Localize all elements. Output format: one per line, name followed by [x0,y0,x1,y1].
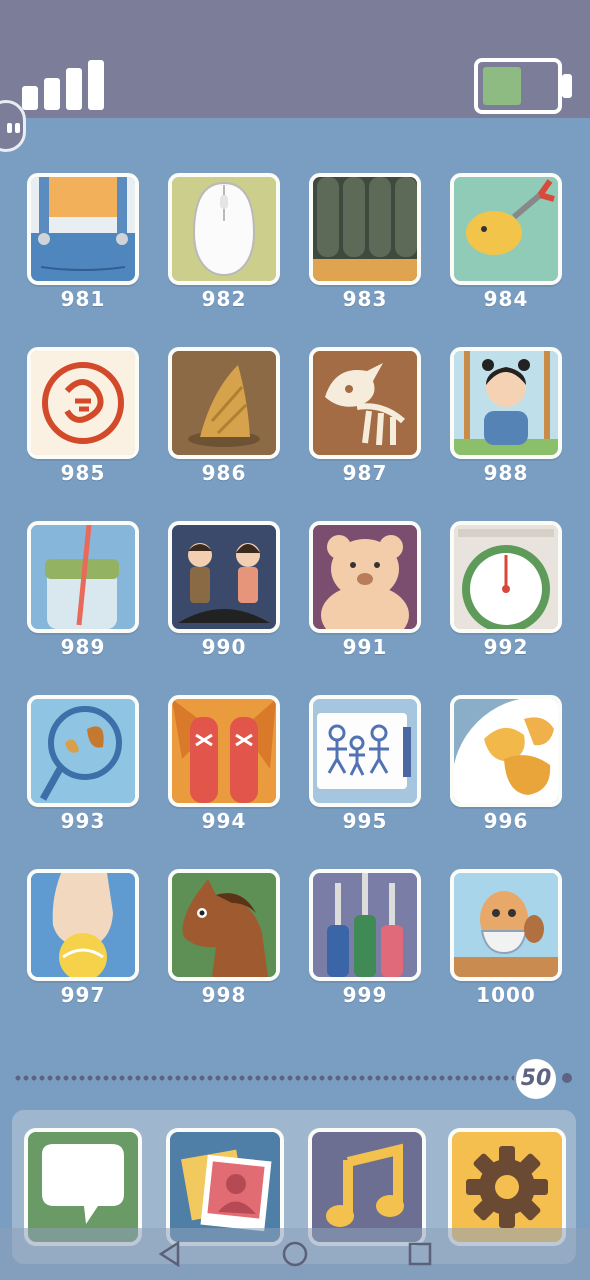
level-tile[interactable] [309,521,421,633]
roof-tiles-icon [313,177,417,281]
level-992[interactable]: 992 [450,521,562,659]
level-number: 991 [342,635,388,659]
cat-with-bowl-icon [454,873,558,977]
level-number: 999 [342,983,388,1007]
kitchen-scale-icon [454,525,558,629]
level-number: 989 [60,635,106,659]
level-987[interactable]: 987 [309,347,421,485]
level-996[interactable]: 996 [450,695,562,833]
racket-leaves-icon [31,699,135,803]
level-number: 993 [60,809,106,833]
pufferfish-grabber-icon [454,177,558,281]
level-number: 984 [483,287,529,311]
level-number: 982 [201,287,247,311]
jar-with-straw-icon [31,525,135,629]
sneakers-in-leaves-icon [172,699,276,803]
level-number: 1000 [476,983,536,1007]
computer-mouse-icon [172,177,276,281]
hand-with-lemon-icon [31,873,135,977]
level-997[interactable]: 997 [27,869,139,1007]
page-indicator[interactable]: 50 [14,1059,576,1099]
recents-square-icon[interactable] [406,1240,434,1268]
level-number: 990 [201,635,247,659]
music-note-icon [312,1132,422,1242]
level-number: 995 [342,809,388,833]
level-995[interactable]: 995 [309,695,421,833]
level-number: 983 [342,287,388,311]
chat-bubble-icon [28,1132,138,1242]
page-dots[interactable] [14,1074,514,1082]
level-982[interactable]: 982 [168,173,280,311]
level-994[interactable]: 994 [168,695,280,833]
audio-plugs-icon [313,873,417,977]
level-981[interactable]: 981 [27,173,139,311]
level-tile[interactable] [27,173,139,285]
couple-magpie-bridge-icon [172,525,276,629]
level-tile[interactable] [450,869,562,981]
level-tile[interactable] [27,869,139,981]
level-998[interactable]: 998 [168,869,280,1007]
photos-icon [170,1132,280,1242]
bamboo-shoot-icon [172,351,276,455]
level-985[interactable]: 985 [27,347,139,485]
level-1000[interactable]: 1000 [450,869,562,1007]
level-tile[interactable] [450,695,562,807]
level-number: 981 [60,287,106,311]
level-tile[interactable] [168,869,280,981]
triceratops-fossil-icon [313,351,417,455]
level-number: 987 [342,461,388,485]
level-tile[interactable] [450,521,562,633]
current-page-badge: 50 [516,1059,556,1099]
level-number: 998 [201,983,247,1007]
level-983[interactable]: 983 [309,173,421,311]
level-tile[interactable] [309,869,421,981]
level-number: 997 [60,983,106,1007]
level-986[interactable]: 986 [168,347,280,485]
level-tile[interactable] [168,347,280,459]
page-dot[interactable] [562,1073,572,1083]
level-991[interactable]: 991 [309,521,421,659]
level-grid: 981 982 983 984 985 986 987 988 989 990 … [0,0,590,1020]
level-tile[interactable] [27,347,139,459]
level-number: 996 [483,809,529,833]
level-number: 994 [201,809,247,833]
level-tile[interactable] [450,173,562,285]
system-navigation-bar [0,1228,590,1280]
potato-chips-icon [454,699,558,803]
level-993[interactable]: 993 [27,695,139,833]
family-drawing-icon [313,699,417,803]
girl-on-swing-icon [454,351,558,455]
level-tile[interactable] [309,347,421,459]
teddy-bear-icon [313,525,417,629]
level-tile[interactable] [27,695,139,807]
level-984[interactable]: 984 [450,173,562,311]
level-tile[interactable] [450,347,562,459]
level-tile[interactable] [309,695,421,807]
level-number: 985 [60,461,106,485]
level-tile[interactable] [27,521,139,633]
overalls-icon [31,177,135,281]
level-number: 988 [483,461,529,485]
level-number: 986 [201,461,247,485]
level-tile[interactable] [168,521,280,633]
horse-icon [172,873,276,977]
level-989[interactable]: 989 [27,521,139,659]
level-tile[interactable] [168,173,280,285]
level-number: 992 [483,635,529,659]
gear-icon [452,1132,562,1242]
level-tile[interactable] [168,695,280,807]
red-seal-stamp-icon [31,351,135,455]
level-990[interactable]: 990 [168,521,280,659]
level-999[interactable]: 999 [309,869,421,1007]
level-tile[interactable] [309,173,421,285]
home-circle-icon[interactable] [281,1240,309,1268]
back-triangle-icon[interactable] [156,1240,184,1268]
level-988[interactable]: 988 [450,347,562,485]
